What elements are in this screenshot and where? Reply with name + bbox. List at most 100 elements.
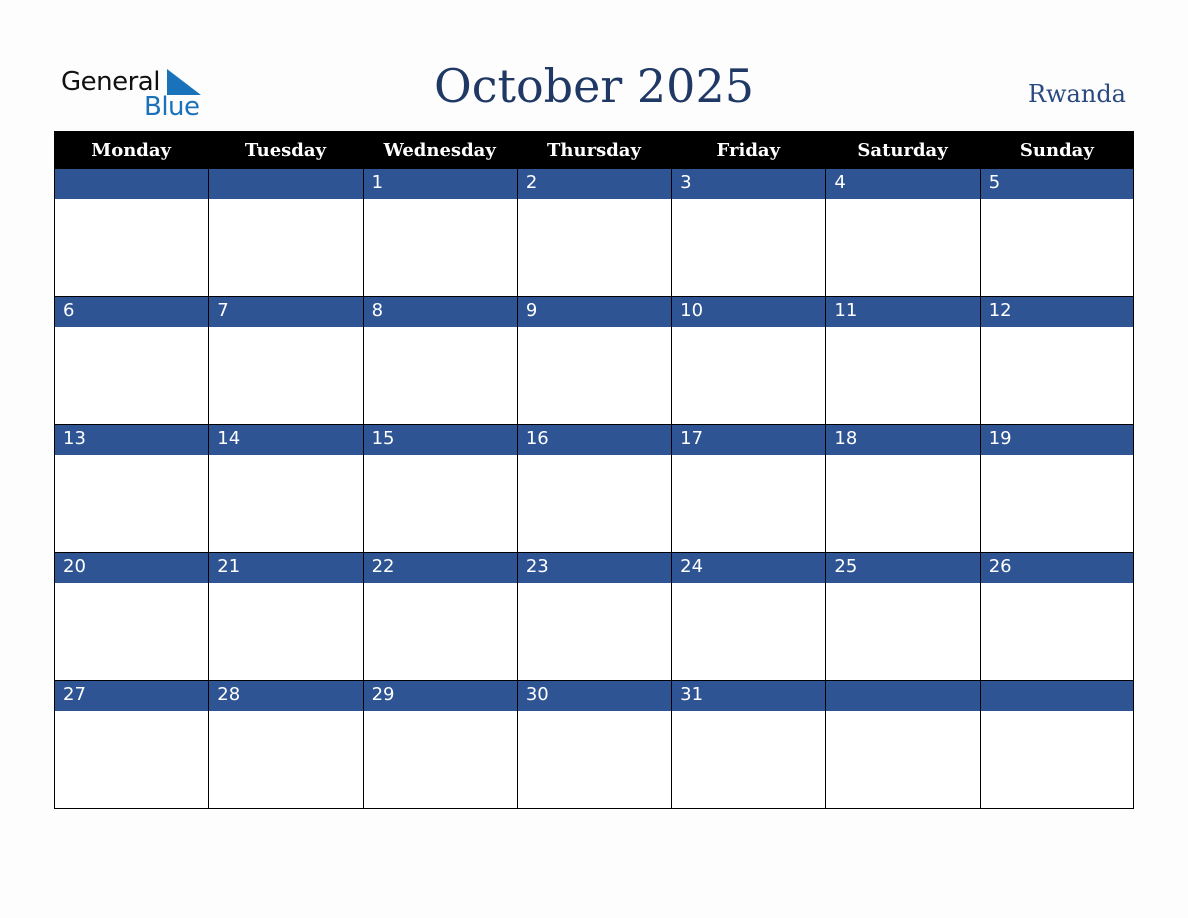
calendar-grid: Monday Tuesday Wednesday Thursday Friday…: [54, 131, 1134, 809]
day-number: [980, 681, 1133, 711]
day-number: 14: [209, 425, 363, 455]
day-cell[interactable]: 11: [825, 297, 980, 425]
day-notes-area: [517, 455, 672, 552]
day-cell[interactable]: 9: [516, 297, 672, 425]
day-notes-area: [826, 455, 980, 552]
week-row: 6 7 8 9 10 11 12: [54, 297, 1134, 425]
day-number: 22: [363, 553, 517, 583]
weekday-tuesday: Tuesday: [244, 139, 326, 161]
day-number: 10: [672, 297, 826, 327]
day-number: 2: [517, 169, 672, 199]
day-cell[interactable]: 1: [362, 169, 517, 297]
day-cell[interactable]: 5: [979, 169, 1134, 297]
day-cell[interactable]: 22: [362, 553, 517, 681]
day-cell[interactable]: 21: [208, 553, 363, 681]
day-notes-area: [517, 583, 672, 680]
weeks-container: 1 2 3 4 5 6 7 8 9 10 11 12 13 14 15 16 17 18 19 20 21 22 23 24 2…: [54, 169, 1134, 809]
day-notes-area: [517, 199, 672, 296]
day-cell[interactable]: 26: [979, 553, 1134, 681]
day-cell[interactable]: 17: [671, 425, 826, 553]
day-notes-area: [980, 199, 1133, 296]
day-number: 26: [980, 553, 1133, 583]
day-cell[interactable]: 18: [825, 425, 980, 553]
day-number: 17: [672, 425, 826, 455]
weekday-header-row: Monday Tuesday Wednesday Thursday Friday…: [54, 131, 1134, 169]
day-cell[interactable]: 30: [516, 681, 672, 809]
day-number: 5: [980, 169, 1133, 199]
day-notes-area: [363, 327, 517, 424]
day-number: 28: [209, 681, 363, 711]
day-cell[interactable]: 19: [979, 425, 1134, 553]
day-cell[interactable]: 14: [208, 425, 363, 553]
day-number: 6: [55, 297, 209, 327]
day-notes-area: [209, 199, 363, 296]
day-number: 29: [363, 681, 517, 711]
day-cell[interactable]: 10: [671, 297, 826, 425]
weekday-saturday: Saturday: [857, 139, 948, 161]
day-notes-area: [363, 711, 517, 808]
week-row: 27 28 29 30 31: [54, 681, 1134, 809]
day-notes-area: [980, 327, 1133, 424]
day-cell[interactable]: 23: [516, 553, 672, 681]
day-number: 13: [55, 425, 209, 455]
day-notes-area: [209, 711, 363, 808]
day-number: 11: [826, 297, 980, 327]
week-row: 12345: [54, 169, 1134, 297]
week-row: 13 14 15 16 17 18 19: [54, 425, 1134, 553]
day-number: 18: [826, 425, 980, 455]
day-notes-area: [209, 583, 363, 680]
day-cell[interactable]: 12: [979, 297, 1134, 425]
day-notes-area: [55, 583, 209, 680]
day-cell[interactable]: 15: [362, 425, 517, 553]
day-cell[interactable]: [54, 169, 209, 297]
day-number: [55, 169, 209, 199]
day-number: 27: [55, 681, 209, 711]
day-cell[interactable]: 8: [362, 297, 517, 425]
day-notes-area: [55, 199, 209, 296]
day-cell[interactable]: 28: [208, 681, 363, 809]
day-cell[interactable]: 31: [671, 681, 826, 809]
day-number: 23: [517, 553, 672, 583]
day-cell[interactable]: 3: [671, 169, 826, 297]
day-notes-area: [517, 711, 672, 808]
day-cell[interactable]: 20: [54, 553, 209, 681]
day-notes-area: [672, 455, 826, 552]
day-notes-area: [55, 711, 209, 808]
day-cell[interactable]: 27: [54, 681, 209, 809]
day-number: [826, 681, 980, 711]
day-number: [209, 169, 363, 199]
day-number: 30: [517, 681, 672, 711]
day-number: 19: [980, 425, 1133, 455]
weekday-thursday: Thursday: [547, 139, 641, 161]
day-notes-area: [363, 583, 517, 680]
day-cell[interactable]: 4: [825, 169, 980, 297]
day-cell[interactable]: 24: [671, 553, 826, 681]
day-cell[interactable]: 2: [516, 169, 672, 297]
day-notes-area: [209, 455, 363, 552]
day-cell[interactable]: [208, 169, 363, 297]
weekday-sunday: Sunday: [1019, 139, 1094, 161]
day-cell[interactable]: 25: [825, 553, 980, 681]
day-cell[interactable]: [825, 681, 980, 809]
calendar-title: October 2025: [433, 59, 754, 113]
day-number: 21: [209, 553, 363, 583]
day-notes-area: [980, 711, 1133, 808]
day-cell[interactable]: [979, 681, 1134, 809]
day-notes-area: [672, 711, 826, 808]
day-cell[interactable]: 29: [362, 681, 517, 809]
day-number: 12: [980, 297, 1133, 327]
day-cell[interactable]: 6: [54, 297, 209, 425]
weekday-monday: Monday: [91, 139, 171, 161]
weekday-friday: Friday: [716, 139, 781, 161]
day-cell[interactable]: 7: [208, 297, 363, 425]
day-notes-area: [672, 583, 826, 680]
day-notes-area: [826, 711, 980, 808]
day-notes-area: [363, 199, 517, 296]
day-notes-area: [55, 327, 209, 424]
day-cell[interactable]: 16: [516, 425, 672, 553]
day-cell[interactable]: 13: [54, 425, 209, 553]
day-number: 1: [363, 169, 517, 199]
day-notes-area: [209, 327, 363, 424]
day-number: 9: [517, 297, 672, 327]
day-notes-area: [517, 327, 672, 424]
